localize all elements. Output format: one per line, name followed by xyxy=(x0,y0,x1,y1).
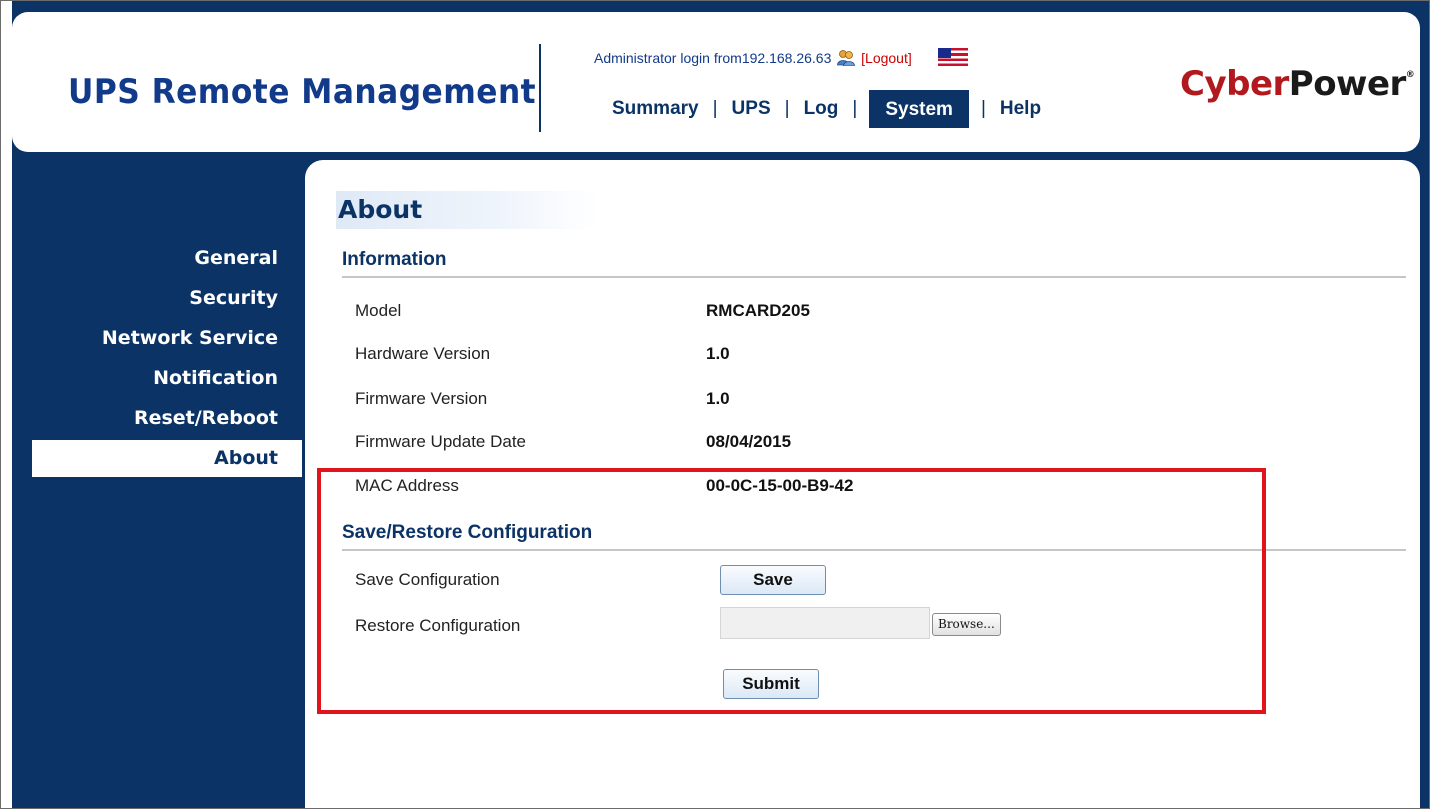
logo-mark: ® xyxy=(1405,70,1415,80)
content-panel: About Information Model RMCARD205 Hardwa… xyxy=(305,160,1420,809)
nav-separator: | xyxy=(852,98,858,119)
nav-summary[interactable]: Summary xyxy=(610,98,701,120)
mac-address-value: 00-0C-15-00-B9-42 xyxy=(706,476,854,495)
sidebar-item-general[interactable]: General xyxy=(32,240,302,280)
logout-link[interactable]: [Logout] xyxy=(861,50,912,66)
sidebar-item-reset-reboot[interactable]: Reset/Reboot xyxy=(32,400,302,440)
sidebar-item-about[interactable]: About xyxy=(32,440,302,477)
nav-system[interactable]: System xyxy=(869,90,969,128)
header-bar: UPS Remote Management Administrator logi… xyxy=(12,12,1420,152)
nav-log[interactable]: Log xyxy=(802,98,841,120)
firmware-version-label: Firmware Version xyxy=(355,389,488,408)
section-information: Information xyxy=(342,246,1406,278)
restore-file-input[interactable] xyxy=(720,607,930,639)
app-title: UPS Remote Management xyxy=(68,72,537,112)
hardware-version-label: Hardware Version xyxy=(355,344,491,363)
nav-separator: | xyxy=(784,98,790,119)
main-nav: Summary | UPS | Log | System | Help xyxy=(610,88,1043,130)
login-status: Administrator login from192.168.26.63 [L… xyxy=(594,48,968,69)
firmware-update-date-value: 08/04/2015 xyxy=(706,432,792,451)
user-icon xyxy=(837,49,856,69)
cyberpower-logo: CyberPower® xyxy=(1180,64,1415,104)
nav-ups[interactable]: UPS xyxy=(730,98,773,120)
model-label: Model xyxy=(355,301,402,320)
firmware-version-value: 1.0 xyxy=(706,389,730,408)
browse-button[interactable]: Browse... xyxy=(932,613,1001,636)
section-save-restore: Save/Restore Configuration xyxy=(342,519,1406,551)
restore-configuration-label: Restore Configuration xyxy=(355,616,521,635)
logo-text-cyber: Cyber xyxy=(1180,64,1289,104)
nav-separator: | xyxy=(712,98,718,119)
save-configuration-label: Save Configuration xyxy=(355,570,500,589)
nav-separator: | xyxy=(980,98,986,119)
logo-text-power: Power xyxy=(1288,64,1407,104)
login-text: Administrator login from192.168.26.63 xyxy=(594,50,832,66)
sidebar-item-security[interactable]: Security xyxy=(32,280,302,320)
sidebar-item-network-service[interactable]: Network Service xyxy=(32,320,302,360)
save-button[interactable]: Save xyxy=(720,565,826,595)
submit-button[interactable]: Submit xyxy=(723,669,819,699)
hardware-version-value: 1.0 xyxy=(706,344,730,363)
firmware-update-date-label: Firmware Update Date xyxy=(355,432,527,451)
page-title: About xyxy=(336,191,598,229)
header-divider xyxy=(539,44,541,132)
sidebar-item-notification[interactable]: Notification xyxy=(32,360,302,400)
model-value: RMCARD205 xyxy=(706,301,810,320)
us-flag-icon[interactable] xyxy=(937,48,968,66)
sidebar: General Security Network Service Notific… xyxy=(32,240,302,477)
mac-address-label: MAC Address xyxy=(355,476,459,495)
nav-help[interactable]: Help xyxy=(998,98,1043,120)
